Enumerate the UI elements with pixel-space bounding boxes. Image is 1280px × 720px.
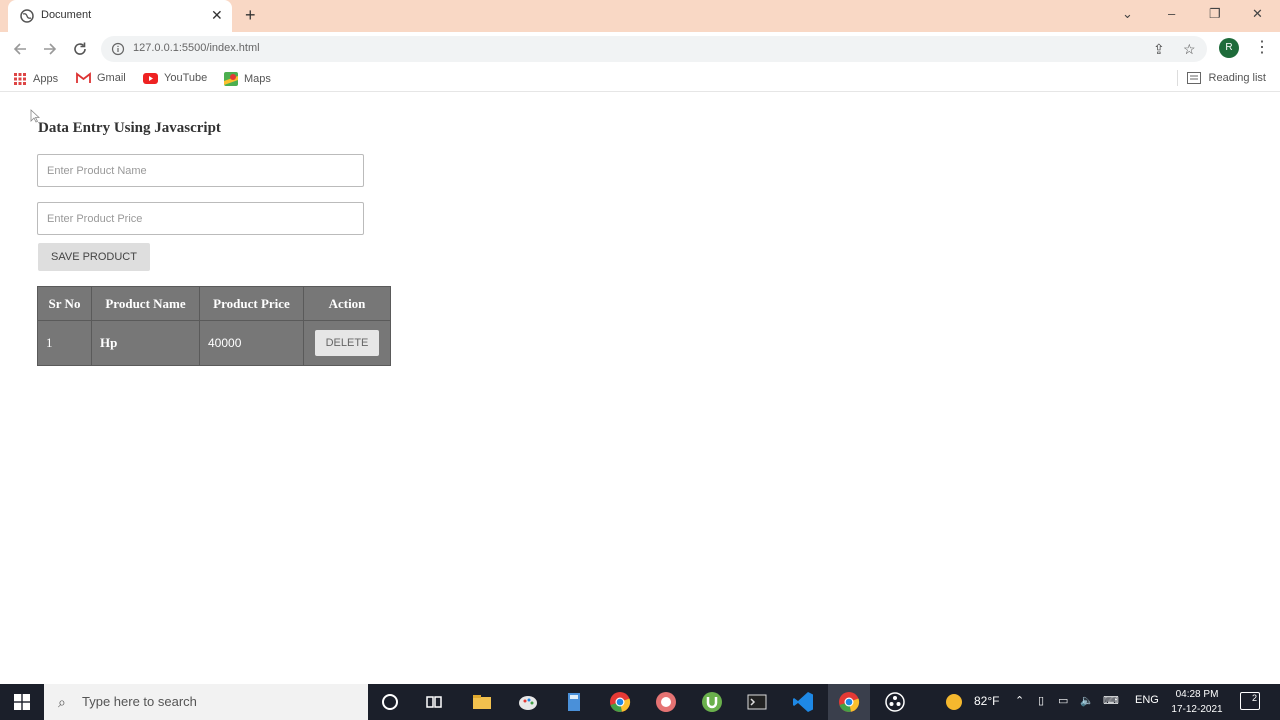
close-window-icon[interactable]: ✕ bbox=[1252, 6, 1263, 22]
taskbar-search-placeholder: Type here to search bbox=[82, 694, 197, 709]
bookmark-gmail[interactable]: Gmail bbox=[76, 72, 126, 84]
forward-arrow-icon[interactable] bbox=[41, 40, 59, 58]
close-tab-icon[interactable]: ✕ bbox=[211, 7, 223, 23]
header-action: Action bbox=[303, 286, 391, 321]
task-view-icon[interactable] bbox=[422, 690, 446, 714]
product-name-input[interactable] bbox=[37, 154, 364, 187]
delete-button[interactable]: DELETE bbox=[315, 330, 379, 356]
table-header-row: Sr No Product Name Product Price Action bbox=[37, 286, 391, 321]
windows-logo-icon bbox=[14, 694, 30, 710]
tab-title: Document bbox=[41, 9, 92, 21]
product-price-input[interactable] bbox=[37, 202, 364, 235]
bookmark-label: Maps bbox=[244, 73, 271, 85]
header-product-price: Product Price bbox=[199, 286, 304, 321]
bookmark-youtube[interactable]: YouTube bbox=[143, 72, 207, 84]
search-icon: ⌕ bbox=[58, 694, 66, 710]
share-icon[interactable]: ⇪ bbox=[1153, 41, 1165, 58]
header-sr-no: Sr No bbox=[37, 286, 92, 321]
vscode-icon[interactable] bbox=[791, 690, 815, 714]
keyboard-icon[interactable]: ⌨ bbox=[1103, 694, 1119, 707]
network-icon[interactable]: ▯ bbox=[1038, 694, 1044, 707]
start-button[interactable] bbox=[0, 684, 44, 720]
terminal-icon[interactable] bbox=[745, 690, 769, 714]
windows-taskbar: ⌕ Type here to search 82°F ⌃ ▯ ▭ 🔈 ⌨ ENG… bbox=[0, 684, 1280, 720]
taskbar-search-box[interactable]: ⌕ Type here to search bbox=[44, 684, 368, 720]
info-icon[interactable] bbox=[111, 42, 125, 56]
chrome-icon[interactable] bbox=[608, 690, 632, 714]
cell-sr-no: 1 bbox=[37, 320, 92, 366]
weather-sun-icon[interactable] bbox=[944, 692, 964, 712]
bookmark-apps[interactable]: Apps bbox=[13, 72, 58, 86]
browser-tab[interactable]: Document ✕ bbox=[8, 0, 232, 32]
menu-dots-icon[interactable]: ⋮ bbox=[1254, 38, 1270, 58]
minimize-icon[interactable]: – bbox=[1168, 6, 1175, 21]
header-product-name: Product Name bbox=[91, 286, 200, 321]
utorrent-icon[interactable] bbox=[700, 690, 724, 714]
star-icon[interactable]: ☆ bbox=[1183, 41, 1196, 58]
bookmark-label: YouTube bbox=[164, 72, 208, 84]
youtube-icon bbox=[143, 72, 158, 84]
url-text: 127.0.0.1:5500/index.html bbox=[133, 42, 260, 54]
browser-titlebar: Document ✕ + ⌄ – ❐ ✕ bbox=[0, 0, 1280, 32]
gmail-icon bbox=[76, 72, 91, 83]
new-tab-icon[interactable]: + bbox=[245, 5, 256, 26]
apps-grid-icon bbox=[14, 73, 26, 85]
address-bar[interactable]: 127.0.0.1:5500/index.html ⇪ ☆ bbox=[101, 36, 1207, 62]
bookmark-label: Apps bbox=[33, 73, 59, 85]
taskbar-clock[interactable]: 04:28 PM 17-12-2021 bbox=[1168, 687, 1226, 717]
table-row: 1 Hp 40000 DELETE bbox=[37, 320, 391, 366]
page-title: Data Entry Using Javascript bbox=[38, 120, 221, 136]
reading-list-icon bbox=[1186, 72, 1201, 84]
obs-icon[interactable] bbox=[883, 690, 907, 714]
screen-recorder-icon[interactable] bbox=[654, 690, 678, 714]
globe-icon bbox=[20, 9, 34, 23]
paint-app-icon[interactable] bbox=[516, 690, 540, 714]
battery-icon[interactable]: ▭ bbox=[1058, 694, 1068, 707]
file-explorer-icon[interactable] bbox=[470, 690, 494, 714]
cell-action: DELETE bbox=[303, 320, 391, 366]
bookmark-label: Gmail bbox=[97, 72, 126, 84]
save-product-button[interactable]: SAVE PRODUCT bbox=[38, 243, 150, 271]
notification-center-icon[interactable]: 2 bbox=[1240, 692, 1260, 710]
weather-temp[interactable]: 82°F bbox=[974, 694, 999, 708]
profile-avatar[interactable]: R bbox=[1219, 38, 1239, 58]
language-indicator[interactable]: ENG bbox=[1135, 694, 1159, 706]
reload-icon[interactable] bbox=[71, 40, 89, 58]
volume-icon[interactable]: 🔈 bbox=[1080, 694, 1094, 707]
reading-list-label: Reading list bbox=[1208, 72, 1266, 84]
bookmarks-bar: Apps Gmail YouTube Maps Reading list bbox=[0, 66, 1280, 92]
bookmark-maps[interactable]: Maps bbox=[224, 72, 271, 86]
cell-product-price: 40000 bbox=[199, 320, 304, 366]
notification-count: 2 bbox=[1251, 693, 1257, 703]
clock-time: 04:28 PM bbox=[1175, 689, 1219, 700]
clock-date: 17-12-2021 bbox=[1171, 704, 1223, 715]
products-table: Sr No Product Name Product Price Action … bbox=[37, 286, 391, 366]
chrome-active-icon[interactable] bbox=[837, 690, 861, 714]
chevron-up-icon[interactable]: ⌃ bbox=[1015, 694, 1024, 707]
back-arrow-icon[interactable] bbox=[11, 40, 29, 58]
maps-icon bbox=[224, 72, 238, 86]
calculator-icon[interactable] bbox=[562, 690, 586, 714]
restore-icon[interactable]: ❐ bbox=[1209, 6, 1221, 22]
bookmark-divider bbox=[1177, 70, 1178, 86]
reading-list-button[interactable]: Reading list bbox=[1186, 72, 1266, 84]
cell-product-name: Hp bbox=[91, 320, 200, 366]
chevron-down-icon[interactable]: ⌄ bbox=[1122, 6, 1133, 22]
cortana-icon[interactable] bbox=[378, 690, 402, 714]
